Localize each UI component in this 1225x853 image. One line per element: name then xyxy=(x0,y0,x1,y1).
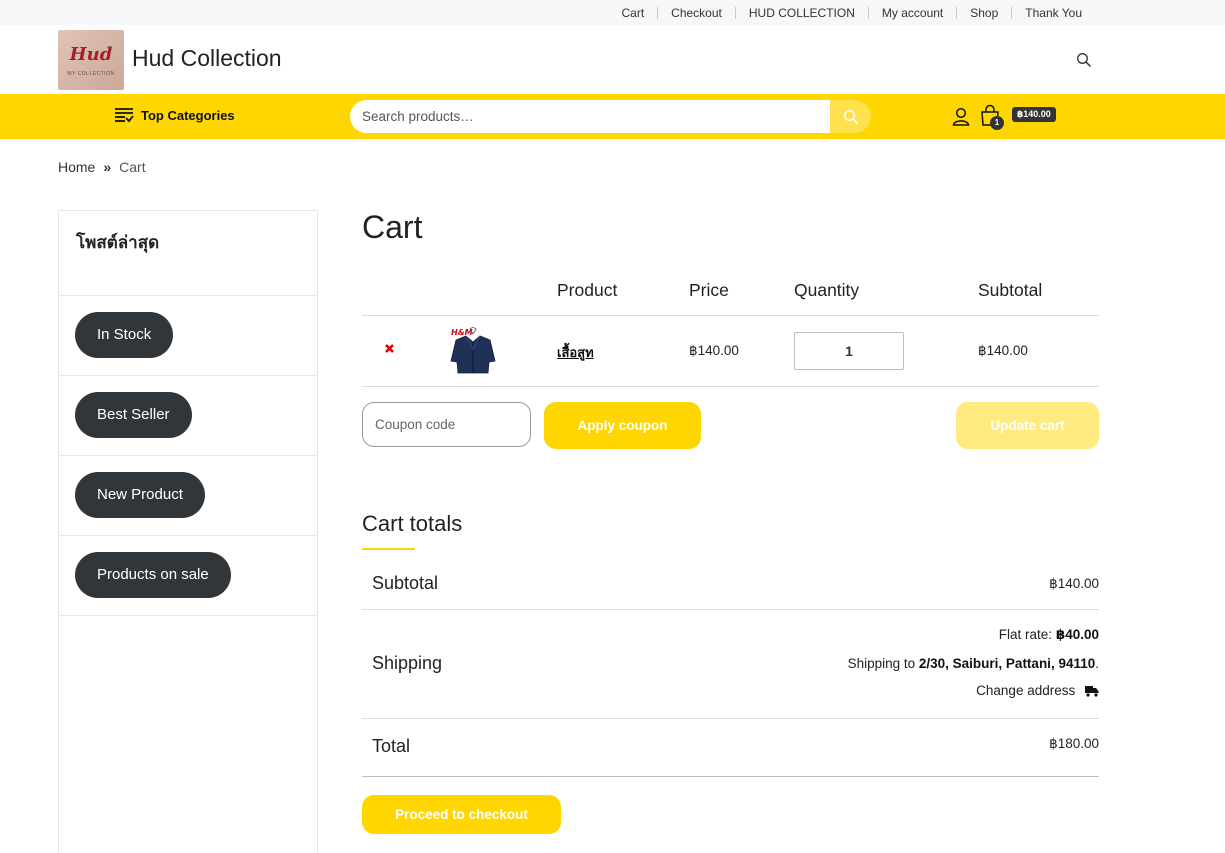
column-header-quantity: Quantity xyxy=(794,280,860,300)
breadcrumb-current: Cart xyxy=(119,159,146,175)
topnav-checkout-link[interactable]: Checkout xyxy=(657,6,735,19)
column-header-product: Product xyxy=(557,280,618,300)
cart-amount-badge: ฿140.00 xyxy=(1012,107,1056,122)
sidebar-title: โพสต์ล่าสุด xyxy=(76,233,160,252)
totals-divider xyxy=(362,776,1099,777)
shipping-address: 2/30, Saiburi, Pattani, 94110 xyxy=(918,656,1096,671)
topnav-hud-collection-link[interactable]: HUD COLLECTION xyxy=(734,6,868,19)
tag-new-product-button[interactable]: New Product xyxy=(75,472,205,518)
breadcrumb-separator: » xyxy=(103,159,112,175)
truck-icon xyxy=(1085,686,1099,698)
totals-divider xyxy=(362,609,1099,610)
remove-item-icon[interactable] xyxy=(383,342,396,355)
table-divider xyxy=(362,315,1099,316)
apply-coupon-button[interactable]: Apply coupon xyxy=(544,402,701,449)
change-address-link[interactable]: Change address xyxy=(976,683,1099,698)
product-thumbnail[interactable]: H&M xyxy=(448,325,498,377)
top-categories-label: Top Categories xyxy=(141,107,235,123)
cart-count-badge: 1 xyxy=(990,116,1004,130)
product-subtotal: ฿140.00 xyxy=(978,343,1028,358)
tag-in-stock-button[interactable]: In Stock xyxy=(75,312,174,358)
tag-best-seller-button[interactable]: Best Seller xyxy=(75,392,192,438)
site-header: Hud MY COLLECTION Hud Collection xyxy=(0,25,1225,94)
column-header-subtotal: Subtotal xyxy=(978,280,1043,300)
top-nav: Cart Checkout HUD COLLECTION My account … xyxy=(609,0,1096,25)
totals-subtotal-value: ฿140.00 xyxy=(1049,576,1099,591)
totals-divider xyxy=(362,718,1099,719)
totals-total-value: ฿180.00 xyxy=(1049,736,1099,751)
totals-total-label: Total xyxy=(372,736,411,756)
site-title[interactable]: Hud Collection xyxy=(132,45,282,72)
topnav-shop-link[interactable]: Shop xyxy=(956,6,1011,19)
sidebar-row: Best Seller xyxy=(59,375,317,455)
update-cart-button[interactable]: Update cart xyxy=(956,402,1099,449)
column-header-price: Price xyxy=(689,280,729,300)
cart-totals-underline xyxy=(362,548,415,550)
change-address-label: Change address xyxy=(976,683,1076,698)
breadcrumb: Home » Cart xyxy=(58,159,146,175)
sidebar-row: Products on sale xyxy=(59,535,317,615)
search-icon xyxy=(843,109,858,124)
flat-rate-line: Flat rate: ฿40.00 xyxy=(999,627,1099,643)
topnav-cart-link[interactable]: Cart xyxy=(609,7,658,19)
flat-rate-label: Flat rate: xyxy=(998,627,1053,642)
product-search xyxy=(350,100,871,133)
tag-products-on-sale-button[interactable]: Products on sale xyxy=(75,552,231,598)
page-title: Cart xyxy=(362,209,423,245)
table-divider xyxy=(362,386,1099,387)
totals-subtotal-label: Subtotal xyxy=(372,573,439,593)
topnav-thank-you-link[interactable]: Thank You xyxy=(1011,6,1095,19)
coupon-code-input[interactable]: Coupon code xyxy=(362,402,531,447)
product-name-link[interactable]: เสื้อสูท xyxy=(557,342,594,363)
main-nav-bar: Top Categories 1 ฿140.00 xyxy=(0,94,1225,139)
search-button[interactable] xyxy=(830,100,871,133)
shipping-address-period: . xyxy=(1095,656,1099,671)
search-icon[interactable] xyxy=(1076,52,1092,68)
site-logo[interactable]: Hud MY COLLECTION xyxy=(58,30,124,90)
category-list-icon xyxy=(115,108,134,123)
shipping-destination: Shipping to 2/30, Saiburi, Pattani, 9411… xyxy=(848,656,1099,671)
sidebar-row: In Stock xyxy=(59,295,317,375)
sidebar: โพสต์ล่าสุด In Stock Best Seller New Pro… xyxy=(58,210,318,853)
logo-subtext: MY COLLECTION xyxy=(67,71,115,77)
svg-text:H&M: H&M xyxy=(451,328,473,337)
top-categories-menu[interactable]: Top Categories xyxy=(114,107,235,123)
breadcrumb-home-link[interactable]: Home xyxy=(58,159,95,175)
topnav-my-account-link[interactable]: My account xyxy=(867,6,956,19)
product-price: ฿140.00 xyxy=(689,343,739,358)
user-icon[interactable] xyxy=(952,107,970,126)
flat-rate-value: ฿40.00 xyxy=(1055,627,1099,642)
sidebar-divider xyxy=(59,615,317,616)
search-input[interactable] xyxy=(350,100,830,133)
quantity-input[interactable]: 1 xyxy=(794,332,904,370)
logo-text: Hud xyxy=(69,44,113,65)
proceed-to-checkout-button[interactable]: Proceed to checkout xyxy=(362,795,561,834)
top-utility-bar: Cart Checkout HUD COLLECTION My account … xyxy=(0,0,1225,25)
cart-totals-title: Cart totals xyxy=(362,511,463,536)
shipping-to-label: Shipping to xyxy=(847,656,916,671)
totals-shipping-label: Shipping xyxy=(372,653,443,673)
sidebar-row: New Product xyxy=(59,455,317,535)
